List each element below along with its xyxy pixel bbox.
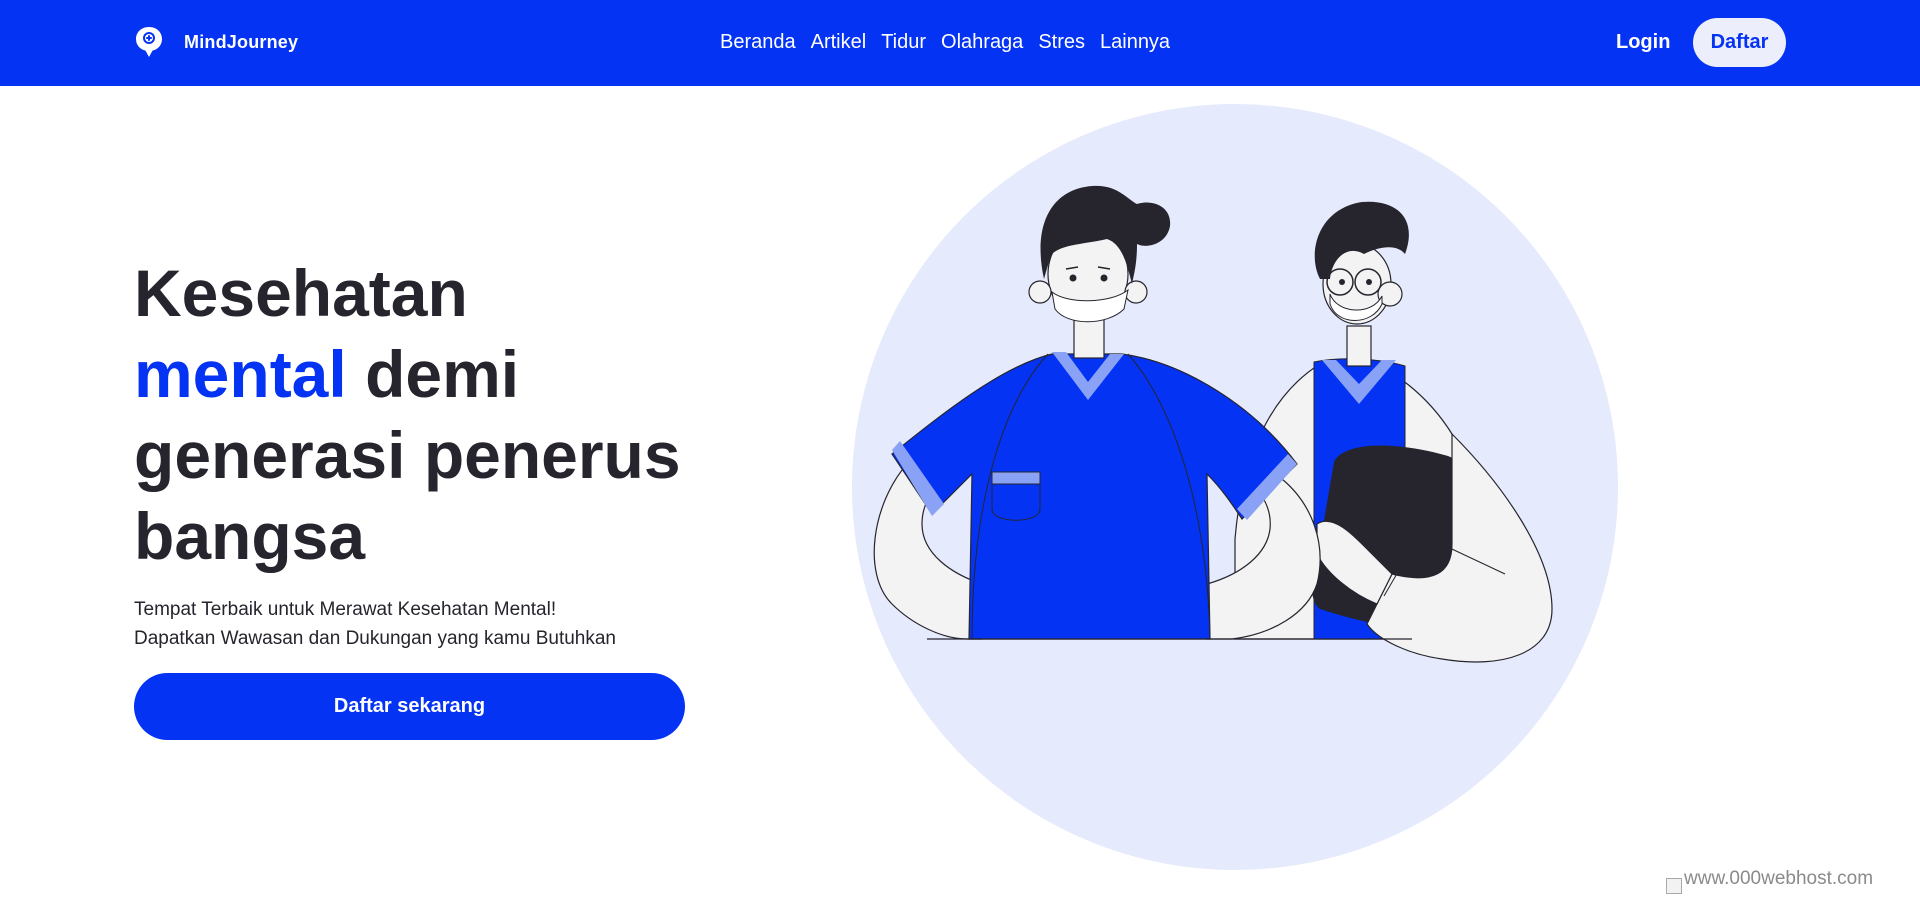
brand-logo-link[interactable]: MindJourney	[134, 24, 298, 60]
top-navbar: MindJourney Beranda Artikel Tidur Olahra…	[0, 0, 1920, 86]
hero-title-line2: demi	[346, 337, 520, 411]
signup-button[interactable]: Daftar	[1693, 18, 1786, 67]
hero-subtitle-line1: Tempat Terbaik untuk Merawat Kesehatan M…	[134, 599, 557, 620]
main-nav: Beranda Artikel Tidur Olahraga Stres Lai…	[720, 28, 1185, 56]
hero-title-line4: bangsa	[134, 499, 366, 573]
login-link[interactable]: Login	[1616, 28, 1670, 56]
nav-link-beranda[interactable]: Beranda	[720, 28, 796, 56]
hero-title-line1: Kesehatan	[134, 256, 468, 330]
hero-title: Kesehatan mental demi generasi penerus b…	[134, 253, 734, 577]
hero-subtitle-line2: Dapatkan Wawasan dan Dukungan yang kamu …	[134, 628, 616, 649]
brand-name: MindJourney	[184, 31, 299, 52]
chat-bubble-plus-icon	[136, 27, 162, 57]
nav-link-stres[interactable]: Stres	[1038, 28, 1085, 56]
nav-link-tidur[interactable]: Tidur	[881, 28, 926, 56]
register-now-button[interactable]: Daftar sekarang	[134, 673, 685, 740]
hero-title-accent: mental	[134, 337, 347, 411]
broken-image-icon	[1666, 878, 1682, 894]
hero-title-line3: generasi penerus	[134, 418, 681, 492]
host-badge[interactable]: www.000webhost.com	[1666, 868, 1873, 894]
hero-subtitle: Tempat Terbaik untuk Merawat Kesehatan M…	[134, 595, 734, 653]
host-badge-text: www.000webhost.com	[1684, 868, 1874, 889]
nav-link-olahraga[interactable]: Olahraga	[941, 28, 1023, 56]
nav-link-artikel[interactable]: Artikel	[811, 28, 867, 56]
nav-link-lainnya[interactable]: Lainnya	[1100, 28, 1170, 56]
two-health-workers-illustration	[852, 104, 1618, 870]
